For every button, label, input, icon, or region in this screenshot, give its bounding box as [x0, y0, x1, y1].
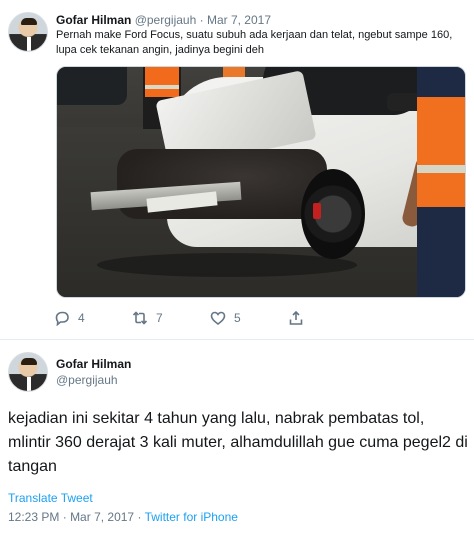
tweet-header: Gofar Hilman @pergijauh · Mar 7, 2017	[56, 13, 271, 27]
share-icon	[289, 310, 303, 325]
avatar-hair	[21, 358, 37, 365]
photo-brake-caliper	[313, 203, 321, 219]
avatar-hair	[21, 18, 37, 25]
tweet-metadata: 12:23 PM · Mar 7, 2017 · Twitter for iPh…	[8, 510, 238, 524]
author-handle[interactable]: @pergijauh	[56, 373, 118, 387]
tweet-source-link[interactable]: Twitter for iPhone	[145, 510, 238, 524]
avatar-detail	[27, 377, 31, 391]
author-name[interactable]: Gofar Hilman	[56, 13, 131, 27]
like-icon	[210, 311, 226, 326]
avatar[interactable]	[8, 352, 48, 392]
tweet-photo[interactable]	[56, 66, 466, 298]
tweet-text: kejadian ini sekitar 4 tahun yang lalu, …	[8, 410, 468, 475]
separator: ·	[199, 13, 204, 27]
photo-worker-foreground	[417, 67, 465, 297]
reply-count: 4	[78, 311, 85, 325]
like-count: 5	[234, 311, 241, 325]
reply-button[interactable]: 4	[54, 308, 85, 328]
tweet-text: Pernah make Ford Focus, suatu subuh ada …	[56, 29, 453, 56]
avatar-detail	[27, 37, 31, 51]
avatar[interactable]	[8, 12, 48, 52]
retweet-button[interactable]: 7	[132, 308, 163, 328]
divider	[0, 339, 474, 340]
tweet-date[interactable]: Mar 7, 2017	[70, 510, 134, 524]
tweet-actions: 4 7 5	[54, 308, 314, 328]
retweet-count: 7	[156, 311, 163, 325]
reply-icon	[55, 311, 69, 326]
tweet-time[interactable]: 12:23 PM	[8, 510, 59, 524]
author-name[interactable]: Gofar Hilman	[56, 357, 131, 371]
retweet-icon	[132, 311, 148, 325]
translate-tweet-link[interactable]: Translate Tweet	[8, 491, 93, 505]
separator: ·	[62, 510, 67, 524]
photo-wheel	[301, 169, 365, 259]
share-button[interactable]	[288, 308, 304, 328]
like-button[interactable]: 5	[210, 308, 241, 328]
separator: ·	[137, 510, 142, 524]
photo-background-car	[57, 67, 127, 105]
photo-shadow	[97, 253, 357, 277]
author-handle[interactable]: @pergijauh	[135, 13, 197, 27]
tweet-date[interactable]: Mar 7, 2017	[207, 13, 271, 27]
